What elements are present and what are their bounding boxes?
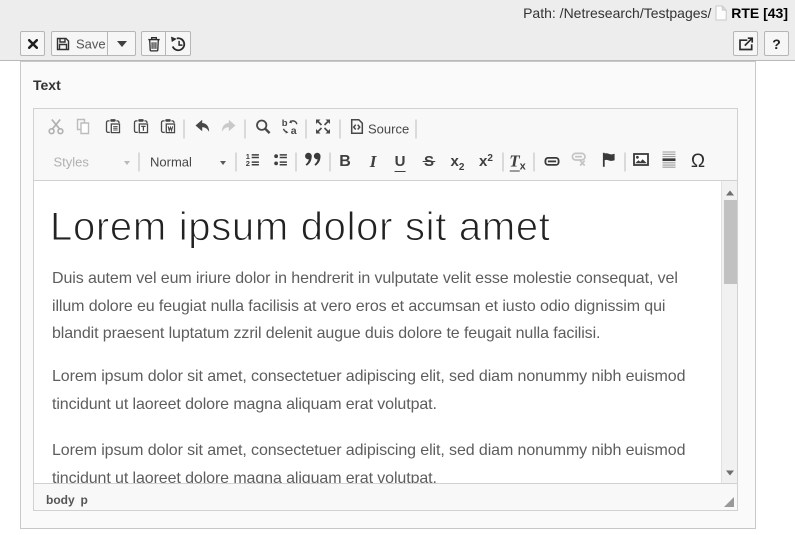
svg-text:b: b bbox=[281, 118, 287, 129]
svg-text:a: a bbox=[290, 125, 296, 135]
svg-text:2: 2 bbox=[245, 159, 249, 168]
